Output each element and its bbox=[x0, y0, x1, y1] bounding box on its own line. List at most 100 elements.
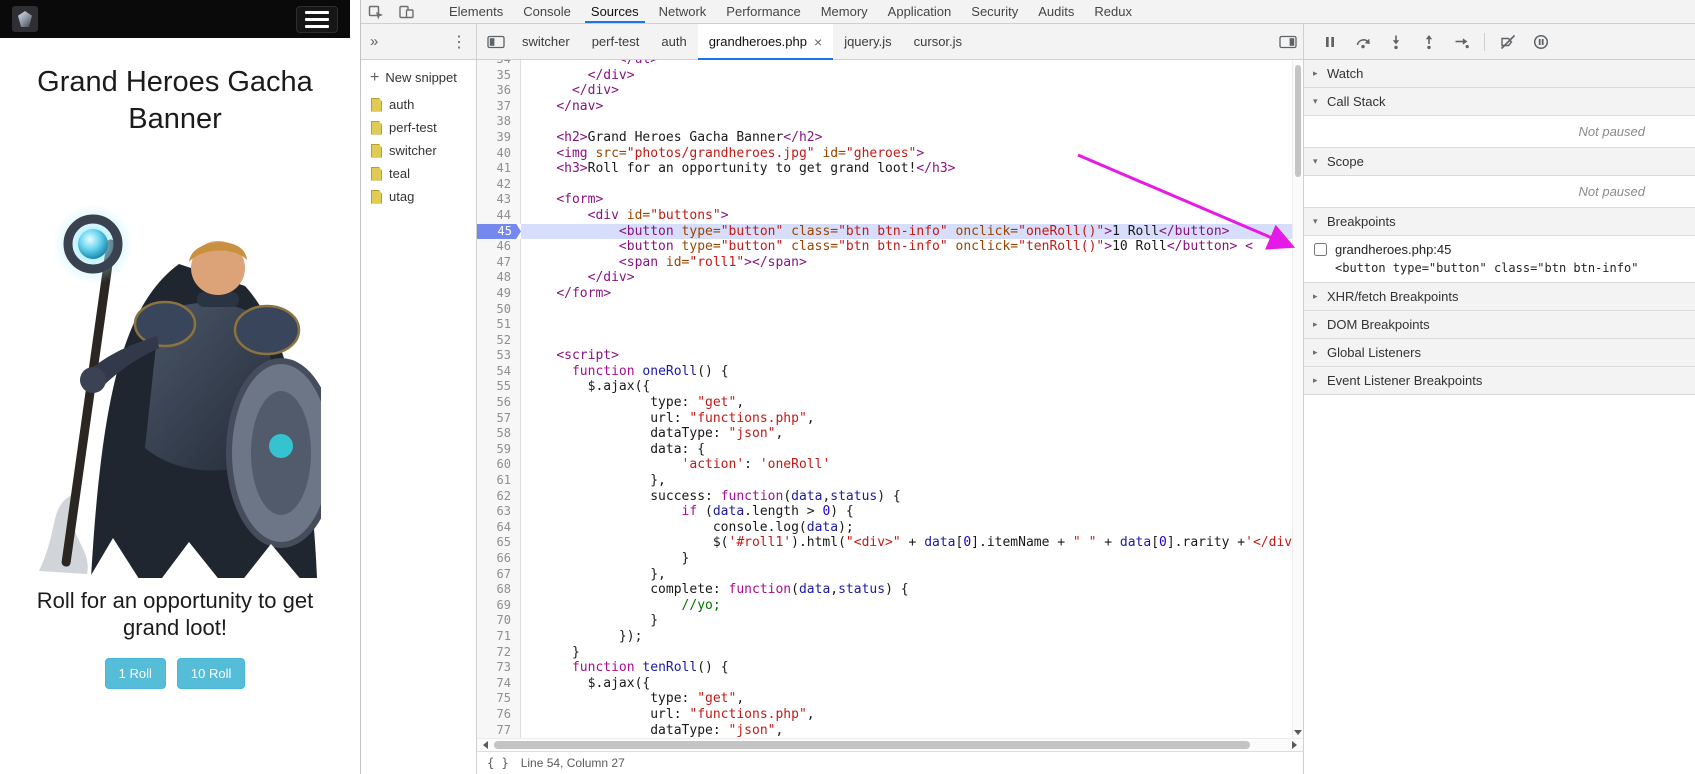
line-number[interactable]: 52 bbox=[477, 333, 521, 349]
line-number[interactable]: 72 bbox=[477, 645, 521, 661]
snippet-item-teal[interactable]: teal bbox=[361, 162, 476, 185]
line-number[interactable]: 38 bbox=[477, 114, 521, 130]
snippet-item-auth[interactable]: auth bbox=[361, 93, 476, 116]
code-line-61[interactable]: 61 }, bbox=[477, 473, 1292, 489]
file-tab-jquery-js[interactable]: jquery.js bbox=[833, 24, 902, 59]
pretty-print-icon[interactable]: { } bbox=[487, 756, 509, 770]
line-number[interactable]: 66 bbox=[477, 551, 521, 567]
step-icon[interactable] bbox=[1446, 24, 1477, 59]
main-tab-memory[interactable]: Memory bbox=[811, 0, 878, 23]
line-number[interactable]: 37 bbox=[477, 99, 521, 115]
main-tab-redux[interactable]: Redux bbox=[1084, 0, 1142, 23]
section-global-listeners[interactable]: ▸Global Listeners bbox=[1304, 339, 1695, 367]
code-line-71[interactable]: 71 }); bbox=[477, 629, 1292, 645]
breakpoint-entry[interactable]: grandheroes.php:45<button type="button" … bbox=[1304, 236, 1695, 282]
code-line-37[interactable]: 37 </nav> bbox=[477, 99, 1292, 115]
line-number[interactable]: 58 bbox=[477, 426, 521, 442]
code-line-56[interactable]: 56 type: "get", bbox=[477, 395, 1292, 411]
code-line-40[interactable]: 40 <img src="photos/grandheroes.jpg" id=… bbox=[477, 146, 1292, 162]
line-number[interactable]: 77 bbox=[477, 723, 521, 738]
horizontal-scrollbar-track[interactable] bbox=[492, 739, 1288, 751]
code-line-43[interactable]: 43 <form> bbox=[477, 192, 1292, 208]
toggle-navigator-icon[interactable] bbox=[481, 24, 511, 59]
line-number[interactable]: 73 bbox=[477, 660, 521, 676]
line-number[interactable]: 75 bbox=[477, 691, 521, 707]
snippet-item-perf-test[interactable]: perf-test bbox=[361, 116, 476, 139]
code-line-47[interactable]: 47 <span id="roll1"></span> bbox=[477, 255, 1292, 271]
section-breakpoints[interactable]: ▾Breakpoints bbox=[1304, 208, 1695, 236]
line-number[interactable]: 50 bbox=[477, 302, 521, 318]
section-event-listener-breakpoints[interactable]: ▸Event Listener Breakpoints bbox=[1304, 367, 1695, 395]
section-dom-breakpoints[interactable]: ▸DOM Breakpoints bbox=[1304, 311, 1695, 339]
code-line-35[interactable]: 35 </div> bbox=[477, 68, 1292, 84]
file-tab-switcher[interactable]: switcher bbox=[511, 24, 581, 59]
line-number[interactable]: 41 bbox=[477, 161, 521, 177]
code-line-66[interactable]: 66 } bbox=[477, 551, 1292, 567]
line-number[interactable]: 74 bbox=[477, 676, 521, 692]
code-line-53[interactable]: 53 <script> bbox=[477, 348, 1292, 364]
line-number[interactable]: 44 bbox=[477, 208, 521, 224]
step-into-icon[interactable] bbox=[1380, 24, 1411, 59]
code-line-67[interactable]: 67 }, bbox=[477, 567, 1292, 583]
more-tabs-icon[interactable]: » bbox=[370, 33, 378, 50]
toggle-debugger-sidebar-icon[interactable] bbox=[1273, 24, 1303, 59]
line-number[interactable]: 69 bbox=[477, 598, 521, 614]
line-number[interactable]: 55 bbox=[477, 379, 521, 395]
code-line-59[interactable]: 59 data: { bbox=[477, 442, 1292, 458]
device-toolbar-icon[interactable] bbox=[391, 0, 421, 23]
file-tab-perf-test[interactable]: perf-test bbox=[581, 24, 651, 59]
line-number[interactable]: 61 bbox=[477, 473, 521, 489]
line-number[interactable]: 59 bbox=[477, 442, 521, 458]
scroll-left-icon[interactable] bbox=[483, 741, 488, 749]
code-line-57[interactable]: 57 url: "functions.php", bbox=[477, 411, 1292, 427]
line-number[interactable]: 39 bbox=[477, 130, 521, 146]
inspect-element-icon[interactable] bbox=[361, 0, 391, 23]
code-line-76[interactable]: 76 url: "functions.php", bbox=[477, 707, 1292, 723]
section-watch[interactable]: ▸Watch bbox=[1304, 60, 1695, 88]
line-number[interactable]: 64 bbox=[477, 520, 521, 536]
code-line-62[interactable]: 62 success: function(data,status) { bbox=[477, 489, 1292, 505]
line-number[interactable]: 51 bbox=[477, 317, 521, 333]
code-line-41[interactable]: 41 <h3>Roll for an opportunity to get gr… bbox=[477, 161, 1292, 177]
code-line-42[interactable]: 42 bbox=[477, 177, 1292, 193]
code-line-72[interactable]: 72 } bbox=[477, 645, 1292, 661]
main-tab-network[interactable]: Network bbox=[649, 0, 717, 23]
line-number[interactable]: 35 bbox=[477, 68, 521, 84]
code-line-60[interactable]: 60 'action': 'oneRoll' bbox=[477, 457, 1292, 473]
main-tab-elements[interactable]: Elements bbox=[439, 0, 513, 23]
code-line-46[interactable]: 46 <button type="button" class="btn btn-… bbox=[477, 239, 1292, 255]
deactivate-breakpoints-icon[interactable] bbox=[1492, 24, 1523, 59]
code-line-36[interactable]: 36 </div> bbox=[477, 83, 1292, 99]
line-number[interactable]: 63 bbox=[477, 504, 521, 520]
main-tab-security[interactable]: Security bbox=[961, 0, 1028, 23]
file-tab-cursor-js[interactable]: cursor.js bbox=[903, 24, 973, 59]
line-number[interactable]: 70 bbox=[477, 613, 521, 629]
pause-on-exceptions-icon[interactable] bbox=[1525, 24, 1556, 59]
snippet-item-utag[interactable]: utag bbox=[361, 185, 476, 208]
ten-roll-button[interactable]: 10 Roll bbox=[177, 658, 245, 689]
vertical-scrollbar-thumb[interactable] bbox=[1295, 65, 1301, 177]
line-number[interactable]: 56 bbox=[477, 395, 521, 411]
scroll-down-icon[interactable] bbox=[1294, 730, 1302, 735]
scroll-right-icon[interactable] bbox=[1292, 741, 1297, 749]
code-line-77[interactable]: 77 dataType: "json", bbox=[477, 723, 1292, 738]
horizontal-scrollbar[interactable] bbox=[477, 738, 1303, 751]
breakpoint-checkbox[interactable] bbox=[1314, 243, 1327, 256]
line-number[interactable]: 34 bbox=[477, 60, 521, 68]
section-xhr-fetch-breakpoints[interactable]: ▸XHR/fetch Breakpoints bbox=[1304, 283, 1695, 311]
section-scope[interactable]: ▾Scope bbox=[1304, 148, 1695, 176]
site-logo[interactable] bbox=[12, 6, 38, 32]
main-tab-audits[interactable]: Audits bbox=[1028, 0, 1084, 23]
snippet-item-switcher[interactable]: switcher bbox=[361, 139, 476, 162]
step-over-icon[interactable] bbox=[1347, 24, 1378, 59]
main-tab-application[interactable]: Application bbox=[878, 0, 962, 23]
code-line-54[interactable]: 54 function oneRoll() { bbox=[477, 364, 1292, 380]
line-number[interactable]: 46 bbox=[477, 239, 521, 255]
code-line-52[interactable]: 52 bbox=[477, 333, 1292, 349]
line-number[interactable]: 47 bbox=[477, 255, 521, 271]
main-tab-performance[interactable]: Performance bbox=[716, 0, 810, 23]
pause-script-icon[interactable] bbox=[1314, 24, 1345, 59]
code-line-38[interactable]: 38 bbox=[477, 114, 1292, 130]
code-line-64[interactable]: 64 console.log(data); bbox=[477, 520, 1292, 536]
code-line-50[interactable]: 50 bbox=[477, 302, 1292, 318]
